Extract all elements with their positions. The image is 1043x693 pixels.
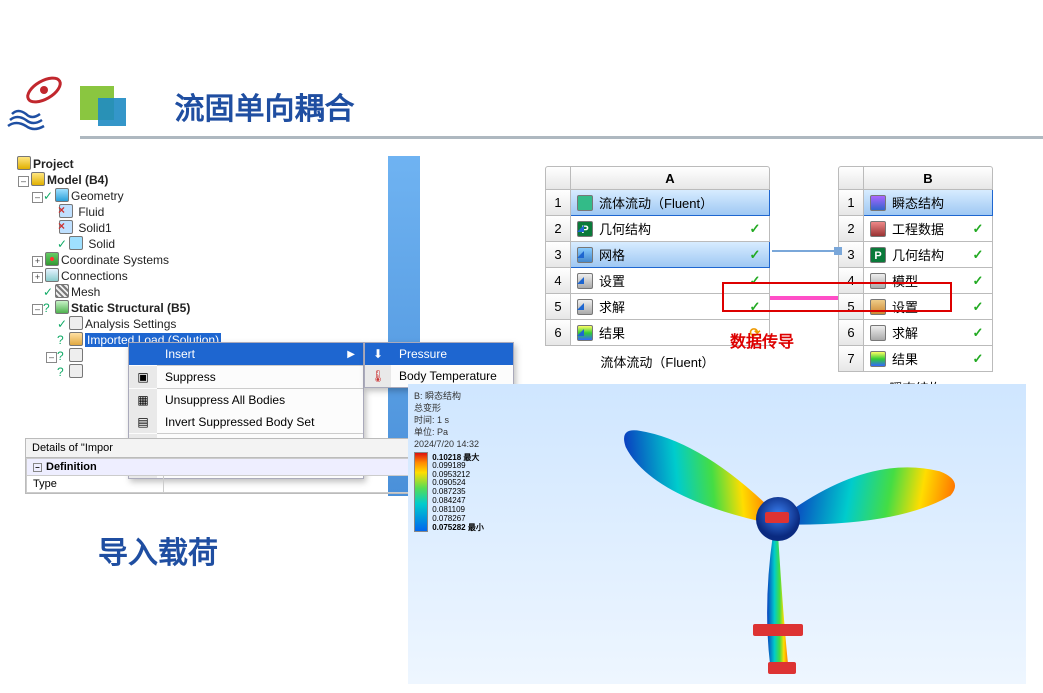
ctx-invert[interactable]: ▤Invert Suppressed Body Set [129,411,363,433]
details-panel: Details of "Impor –Definition Type [25,438,420,494]
ctx-unsuppress[interactable]: ▦Unsuppress All Bodies [129,389,363,411]
sysa-col: A [571,166,770,190]
color-legend: 0.10218 最大 0.099189 0.0953212 0.090524 0… [414,452,484,532]
transfer-line [770,296,838,300]
sub-pressure[interactable]: ⬇Pressure [365,343,513,365]
sysa-footer: 流体流动（Fluent） [545,352,770,371]
invert-icon: ▤ [137,415,148,429]
insert-submenu: ⬇Pressure 🌡Body Temperature [364,342,514,388]
sysb-title[interactable]: 瞬态结构 [864,190,993,216]
tree-fluid[interactable]: Fluid [46,204,300,220]
propeller-contour [558,394,998,674]
tree-conn[interactable]: +Connections [32,268,300,284]
sysb-col: B [864,166,993,190]
tree-solid[interactable]: ✓ Solid [46,236,300,252]
sysb-geometry[interactable]: P几何结构✓ [864,242,993,268]
result-info: B: 瞬态结构 总变形 时间: 1 s 单位: Pa 2024/7/20 14:… [414,390,479,450]
tree-coord[interactable]: +Coordinate Systems [32,252,300,268]
sysa-title[interactable]: 流体流动（Fluent） [571,190,770,216]
system-link [772,243,842,253]
logo-icon [6,68,70,132]
slide-header: 流固单向耦合 [0,60,1043,140]
sysa-geometry[interactable]: P几何结构✓ [571,216,770,242]
page-title: 流固单向耦合 [174,84,354,128]
sysb-engdata[interactable]: 工程数据✓ [864,216,993,242]
result-view: B: 瞬态结构 总变形 时间: 1 s 单位: Pa 2024/7/20 14:… [408,384,1026,684]
tree-solid1[interactable]: Solid1 [46,220,300,236]
tree-mesh[interactable]: ✓Mesh [32,284,300,300]
sysb-results[interactable]: 结果✓ [864,346,993,372]
details-group: Definition [46,461,97,473]
details-row-label: Type [27,476,164,493]
tree-analysis[interactable]: ✓Analysis Settings [46,316,300,332]
unsuppress-icon: ▦ [137,393,148,407]
header-divider [80,136,1043,139]
tree-geometry[interactable]: –✓Geometry Fluid Solid1 ✓ Solid [32,188,300,252]
details-header: Details of "Impor [26,439,419,458]
sysa-mesh[interactable]: 网格✓ [571,242,770,268]
transfer-label: 数据传导 [730,328,794,352]
pressure-icon: ⬇ [373,347,383,361]
ctx-insert[interactable]: Insert▶ [129,343,363,365]
suppress-icon: ▣ [137,370,148,384]
import-caption: 导入载荷 [98,528,218,572]
details-row-value[interactable] [164,476,419,493]
ctx-suppress[interactable]: ▣Suppress [129,366,363,388]
sysb-solve[interactable]: 求解✓ [864,320,993,346]
title-decoration [80,84,150,128]
temperature-icon: 🌡 [370,369,385,383]
